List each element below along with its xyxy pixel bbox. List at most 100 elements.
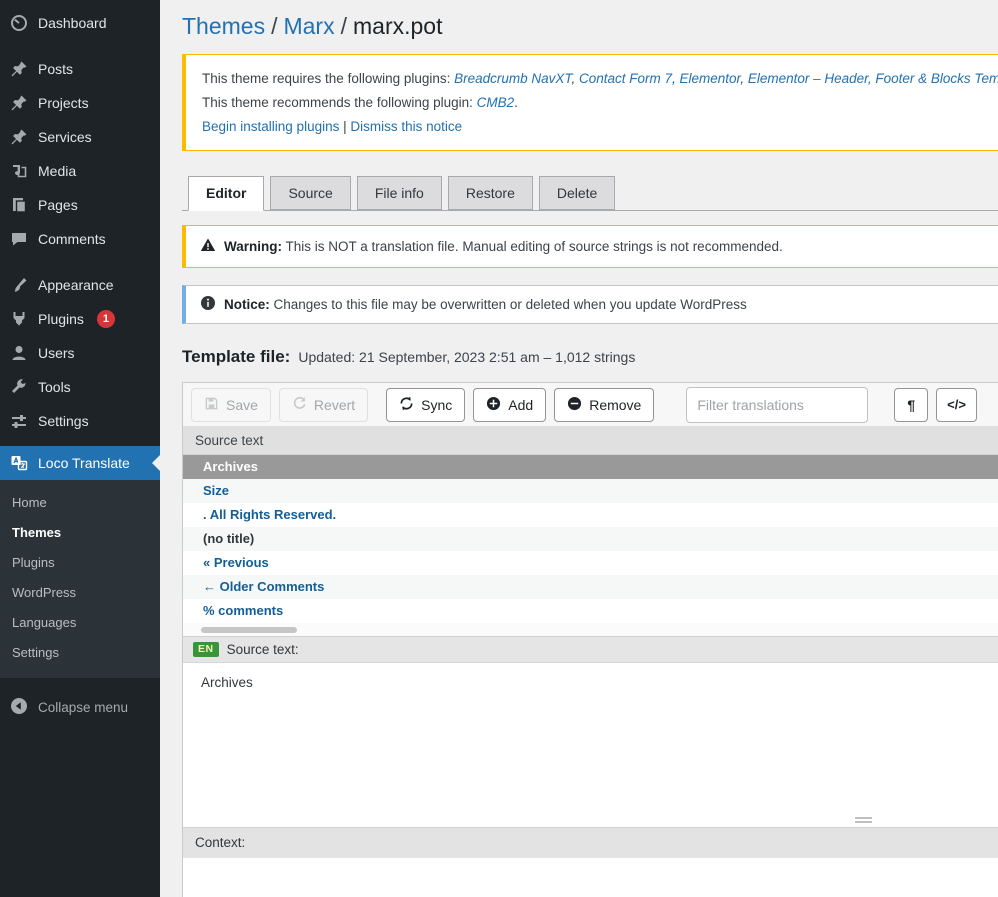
source-text-editor[interactable]: Archives: [183, 663, 998, 813]
plugin-link-cmb2[interactable]: CMB2: [477, 95, 515, 110]
admin-menu: Dashboard Posts Projects Services: [0, 0, 160, 480]
sidebar-item-label: Plugins: [38, 311, 84, 327]
save-icon: [204, 396, 219, 414]
warning-message: This is NOT a translation file. Manual e…: [282, 239, 783, 254]
submenu-item-plugins[interactable]: Plugins: [0, 548, 160, 578]
sidebar-item-loco-translate[interactable]: Loco Translate: [0, 446, 160, 480]
media-icon: [9, 161, 29, 181]
required-plugins-line: This theme requires the following plugin…: [202, 68, 998, 89]
template-file-label: Template file:: [182, 347, 290, 367]
sidebar-item-posts[interactable]: Posts: [0, 52, 160, 86]
submenu-item-themes[interactable]: Themes: [0, 518, 160, 548]
submenu-item-home[interactable]: Home: [0, 488, 160, 518]
context-bar: Context:: [183, 827, 998, 857]
pin-icon: [9, 93, 29, 113]
tab-restore[interactable]: Restore: [448, 176, 533, 210]
action-separator: |: [339, 119, 350, 134]
loco-submenu: Home Themes Plugins WordPress Languages …: [0, 480, 160, 678]
begin-installing-plugins-link[interactable]: Begin installing plugins: [202, 119, 339, 134]
submenu-item-settings[interactable]: Settings: [0, 638, 160, 668]
plugin-separator: ,: [740, 71, 748, 86]
add-button[interactable]: Add: [473, 388, 546, 422]
admin-sidebar: Dashboard Posts Projects Services: [0, 0, 160, 897]
pages-icon: [9, 195, 29, 215]
list-horizontal-scrollbar: [183, 623, 998, 636]
plugins-icon: [9, 309, 29, 329]
submenu-item-languages[interactable]: Languages: [0, 608, 160, 638]
info-text: Notice: Changes to this file may be over…: [224, 297, 747, 312]
filter-translations-input[interactable]: [686, 387, 868, 423]
context-editor[interactable]: [183, 857, 998, 897]
translate-icon: [9, 453, 29, 473]
source-text-column-header: Source text: [183, 427, 998, 455]
source-text-bar: EN Source text:: [183, 636, 998, 663]
source-row[interactable]: % comments: [183, 599, 998, 623]
remove-button[interactable]: Remove: [554, 388, 654, 422]
invisibles-toggle-button[interactable]: ¶: [894, 388, 928, 422]
source-text-label: Source text:: [227, 642, 299, 657]
translation-editor-panel: Save Revert Sync Add: [182, 382, 998, 897]
sync-button[interactable]: Sync: [386, 388, 465, 422]
sync-label: Sync: [421, 397, 452, 413]
plugin-link-contact-form-7[interactable]: Contact Form 7: [579, 71, 672, 86]
breadcrumb-link-marx[interactable]: Marx: [283, 13, 334, 39]
plugin-link-elementor[interactable]: Elementor: [680, 71, 741, 86]
source-row[interactable]: . All Rights Reserved.: [183, 503, 998, 527]
minus-circle-icon: [567, 396, 582, 414]
source-row[interactable]: ← Older Comments: [183, 575, 998, 599]
comments-icon: [9, 229, 29, 249]
sidebar-item-label: Media: [38, 163, 76, 179]
sidebar-item-projects[interactable]: Projects: [0, 86, 160, 120]
revert-button[interactable]: Revert: [279, 388, 368, 422]
sidebar-item-tools[interactable]: Tools: [0, 370, 160, 404]
source-row[interactable]: Archives: [183, 455, 998, 479]
remove-label: Remove: [589, 397, 641, 413]
sidebar-item-pages[interactable]: Pages: [0, 188, 160, 222]
plugin-separator: ,: [672, 71, 680, 86]
warning-notice: Warning: This is NOT a translation file.…: [182, 225, 998, 268]
tab-source[interactable]: Source: [270, 176, 350, 210]
pilcrow-icon: ¶: [907, 397, 915, 413]
sidebar-item-media[interactable]: Media: [0, 154, 160, 188]
breadcrumb-link-themes[interactable]: Themes: [182, 13, 265, 39]
submenu-item-wordpress[interactable]: WordPress: [0, 578, 160, 608]
save-button[interactable]: Save: [191, 388, 271, 422]
sidebar-item-label: Posts: [38, 61, 73, 77]
info-label: Notice:: [224, 297, 270, 312]
source-row[interactable]: Size: [183, 479, 998, 503]
sidebar-item-comments[interactable]: Comments: [0, 222, 160, 256]
scrollbar-thumb[interactable]: [201, 627, 297, 633]
collapse-menu-button[interactable]: Collapse menu: [0, 692, 160, 722]
main-content: Themes/Marx/marx.pot This theme requires…: [160, 0, 998, 897]
source-row[interactable]: (no title): [183, 527, 998, 551]
source-string-list: Archives Size . All Rights Reserved. (no…: [183, 455, 998, 623]
sidebar-item-label: Settings: [38, 413, 89, 429]
dismiss-notice-link[interactable]: Dismiss this notice: [350, 119, 462, 134]
source-row[interactable]: « Previous: [183, 551, 998, 575]
sidebar-item-users[interactable]: Users: [0, 336, 160, 370]
sidebar-item-dashboard[interactable]: Dashboard: [0, 6, 160, 40]
collapse-arrow-icon: [9, 696, 29, 719]
code-view-toggle-button[interactable]: </>: [936, 388, 977, 422]
breadcrumb-current: marx.pot: [353, 13, 442, 39]
page: Dashboard Posts Projects Services: [0, 0, 998, 897]
users-icon: [9, 343, 29, 363]
resize-handle[interactable]: [855, 817, 872, 825]
tab-editor[interactable]: Editor: [188, 176, 264, 211]
pin-icon: [9, 59, 29, 79]
sidebar-item-label: Tools: [38, 379, 71, 395]
sidebar-item-label: Loco Translate: [38, 455, 130, 471]
sidebar-item-label: Dashboard: [38, 15, 107, 31]
sidebar-item-plugins[interactable]: Plugins 1: [0, 302, 160, 336]
plugin-link-elementor-hfb[interactable]: Elementor – Header, Footer & Blocks Temp…: [748, 71, 998, 86]
warning-label: Warning:: [224, 239, 282, 254]
sidebar-item-services[interactable]: Services: [0, 120, 160, 154]
tab-file-info[interactable]: File info: [357, 176, 442, 210]
dashboard-icon: [9, 13, 29, 33]
plugin-link-breadcrumb-navxt[interactable]: Breadcrumb NavXT: [454, 71, 571, 86]
sidebar-item-label: Comments: [38, 231, 106, 247]
tab-delete[interactable]: Delete: [539, 176, 615, 210]
info-notice: Notice: Changes to this file may be over…: [182, 285, 998, 324]
sidebar-item-settings[interactable]: Settings: [0, 404, 160, 438]
sidebar-item-appearance[interactable]: Appearance: [0, 268, 160, 302]
